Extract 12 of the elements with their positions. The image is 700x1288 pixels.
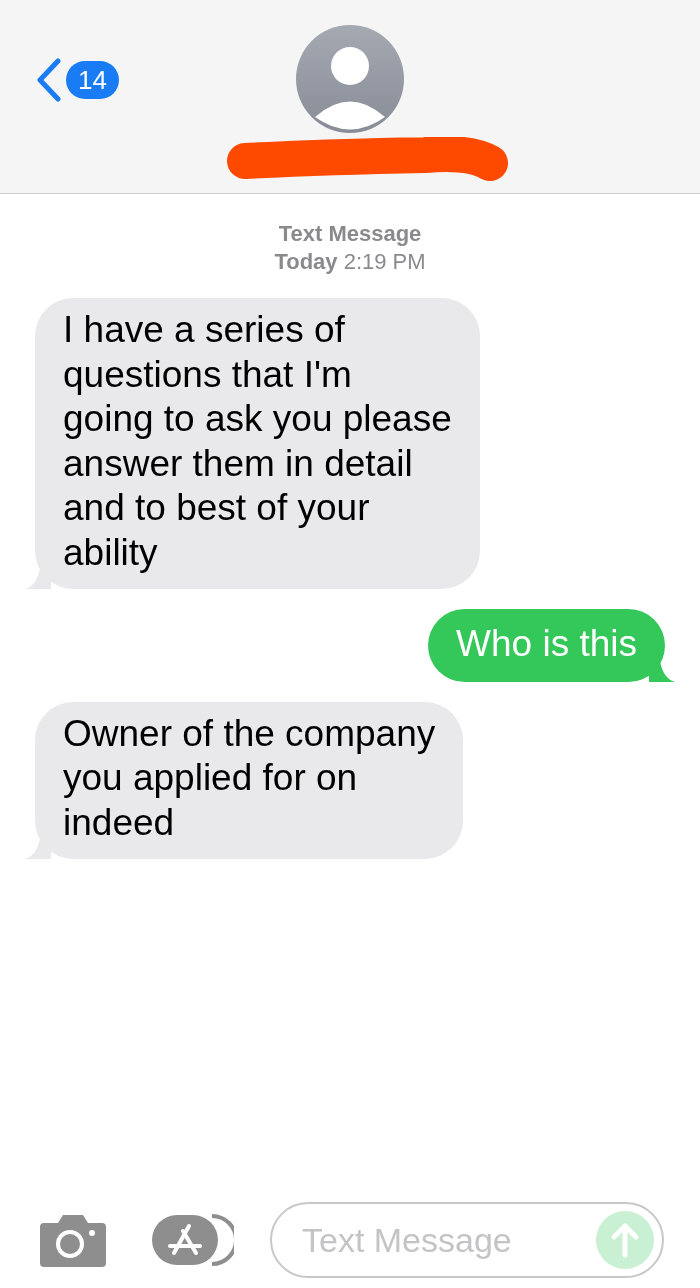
outgoing-message: Who is this	[428, 609, 665, 682]
message-type-label: Text Message	[278, 220, 422, 248]
unread-count[interactable]: 14	[66, 61, 119, 99]
camera-icon[interactable]	[40, 1213, 106, 1267]
back-icon[interactable]	[36, 58, 62, 102]
message-input[interactable]: Text Message	[300, 1219, 596, 1261]
incoming-message: Owner of the company you applied for on indeed	[35, 701, 464, 859]
message-timestamp: Today 2:19 PM	[274, 248, 426, 276]
app-store-icon[interactable]	[152, 1213, 234, 1267]
avatar-icon[interactable]	[295, 24, 405, 134]
incoming-message: I have a series of questions that I'm going to ask you please answer them in detail and to best of your ability	[35, 298, 480, 589]
message-field[interactable]: Text Message	[270, 1202, 664, 1278]
